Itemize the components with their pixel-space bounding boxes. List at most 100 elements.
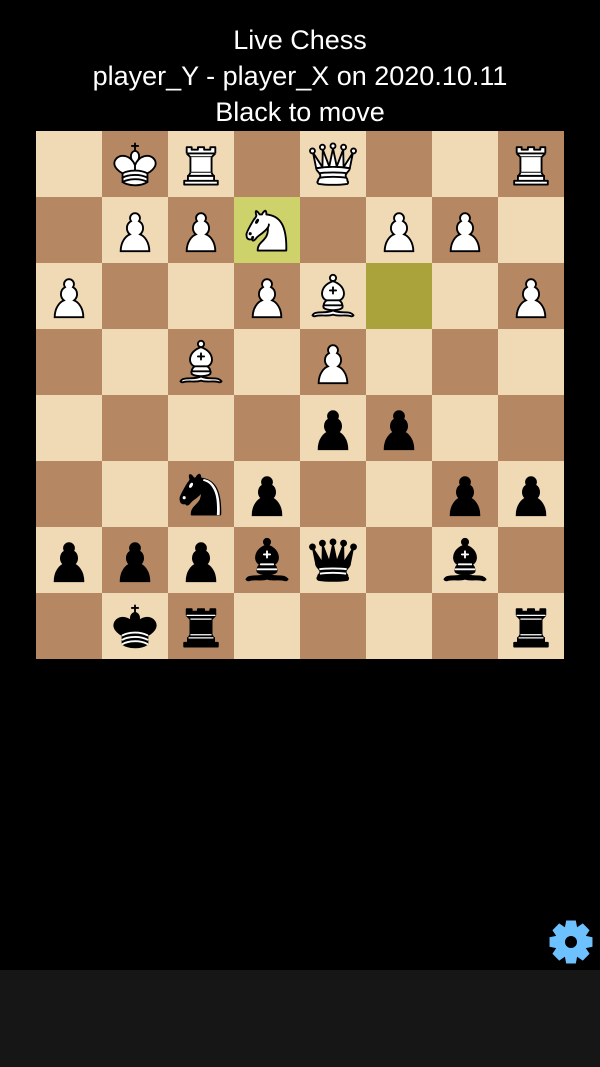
board-square[interactable] [498, 527, 564, 593]
board-square[interactable] [432, 593, 498, 659]
white-pawn-icon[interactable] [371, 202, 427, 258]
white-rook-icon[interactable] [503, 136, 559, 192]
board-square[interactable] [168, 593, 234, 659]
board-square[interactable] [102, 461, 168, 527]
white-bishop-icon[interactable] [305, 268, 361, 324]
board-square[interactable] [168, 329, 234, 395]
board-square[interactable] [168, 197, 234, 263]
board-square[interactable] [102, 593, 168, 659]
board-square[interactable] [234, 395, 300, 461]
white-pawn-icon[interactable] [305, 334, 361, 390]
black-bishop-icon[interactable] [437, 532, 493, 588]
board-square[interactable] [432, 197, 498, 263]
board-square[interactable] [498, 395, 564, 461]
board-square[interactable] [234, 131, 300, 197]
black-queen-icon[interactable] [305, 532, 361, 588]
board-square[interactable] [432, 395, 498, 461]
board-square[interactable] [498, 197, 564, 263]
board-square[interactable] [432, 527, 498, 593]
black-knight-icon[interactable] [173, 466, 229, 522]
board-square[interactable] [102, 395, 168, 461]
board-square[interactable] [366, 527, 432, 593]
chess-board[interactable] [36, 131, 564, 659]
board-square[interactable] [36, 131, 102, 197]
board-square[interactable] [300, 593, 366, 659]
board-square[interactable] [366, 461, 432, 527]
board-square[interactable] [300, 263, 366, 329]
board-square[interactable] [366, 395, 432, 461]
board-square[interactable] [36, 527, 102, 593]
white-rook-icon[interactable] [173, 136, 229, 192]
white-pawn-icon[interactable] [437, 202, 493, 258]
board-square[interactable] [102, 263, 168, 329]
board-square[interactable] [102, 527, 168, 593]
white-pawn-icon[interactable] [41, 268, 97, 324]
board-square[interactable] [168, 395, 234, 461]
board-square[interactable] [498, 263, 564, 329]
board-square[interactable] [168, 527, 234, 593]
board-square[interactable] [498, 593, 564, 659]
board-square[interactable] [36, 593, 102, 659]
board-square[interactable] [234, 197, 300, 263]
board-square[interactable] [102, 329, 168, 395]
board-square[interactable] [366, 131, 432, 197]
black-pawn-icon[interactable] [107, 532, 163, 588]
board-square[interactable] [366, 197, 432, 263]
board-square[interactable] [168, 131, 234, 197]
black-pawn-icon[interactable] [437, 466, 493, 522]
board-square[interactable] [36, 395, 102, 461]
board-square[interactable] [102, 197, 168, 263]
black-king-icon[interactable] [107, 598, 163, 654]
board-square[interactable] [234, 527, 300, 593]
board-square[interactable] [300, 329, 366, 395]
board-square[interactable] [498, 461, 564, 527]
black-pawn-icon[interactable] [41, 532, 97, 588]
board-square[interactable] [168, 461, 234, 527]
board-square[interactable] [498, 131, 564, 197]
board-square[interactable] [432, 461, 498, 527]
black-rook-icon[interactable] [173, 598, 229, 654]
white-bishop-icon[interactable] [173, 334, 229, 390]
board-square[interactable] [432, 329, 498, 395]
board-square[interactable] [366, 329, 432, 395]
board-square[interactable] [168, 263, 234, 329]
black-pawn-icon[interactable] [503, 466, 559, 522]
board-square[interactable] [234, 329, 300, 395]
white-queen-icon[interactable] [305, 136, 361, 192]
settings-button[interactable] [547, 918, 595, 966]
board-square[interactable] [234, 263, 300, 329]
white-pawn-icon[interactable] [239, 268, 295, 324]
board-square[interactable] [498, 329, 564, 395]
gear-icon [549, 920, 593, 964]
black-pawn-icon[interactable] [173, 532, 229, 588]
board-square[interactable] [36, 329, 102, 395]
board-square[interactable] [300, 527, 366, 593]
board-square[interactable] [300, 131, 366, 197]
bottom-navigation-bar [0, 970, 600, 1067]
board-square[interactable] [300, 197, 366, 263]
board-square[interactable] [234, 593, 300, 659]
white-pawn-icon[interactable] [503, 268, 559, 324]
white-king-icon[interactable] [107, 136, 163, 192]
board-square[interactable] [36, 263, 102, 329]
white-pawn-icon[interactable] [173, 202, 229, 258]
board-square[interactable] [234, 461, 300, 527]
black-pawn-icon[interactable] [371, 400, 427, 456]
header: Live Chess player_Y - player_X on 2020.1… [0, 22, 600, 130]
board-square[interactable] [36, 461, 102, 527]
board-square[interactable] [102, 131, 168, 197]
game-info: player_Y - player_X on 2020.10.11 [92, 61, 508, 91]
black-pawn-icon[interactable] [239, 466, 295, 522]
black-pawn-icon[interactable] [305, 400, 361, 456]
board-square[interactable] [300, 395, 366, 461]
board-square[interactable] [300, 461, 366, 527]
board-square[interactable] [432, 131, 498, 197]
white-knight-icon[interactable] [239, 202, 295, 258]
board-square[interactable] [432, 263, 498, 329]
board-square[interactable] [366, 263, 432, 329]
black-bishop-icon[interactable] [239, 532, 295, 588]
board-square[interactable] [366, 593, 432, 659]
board-square[interactable] [36, 197, 102, 263]
black-rook-icon[interactable] [503, 598, 559, 654]
white-pawn-icon[interactable] [107, 202, 163, 258]
